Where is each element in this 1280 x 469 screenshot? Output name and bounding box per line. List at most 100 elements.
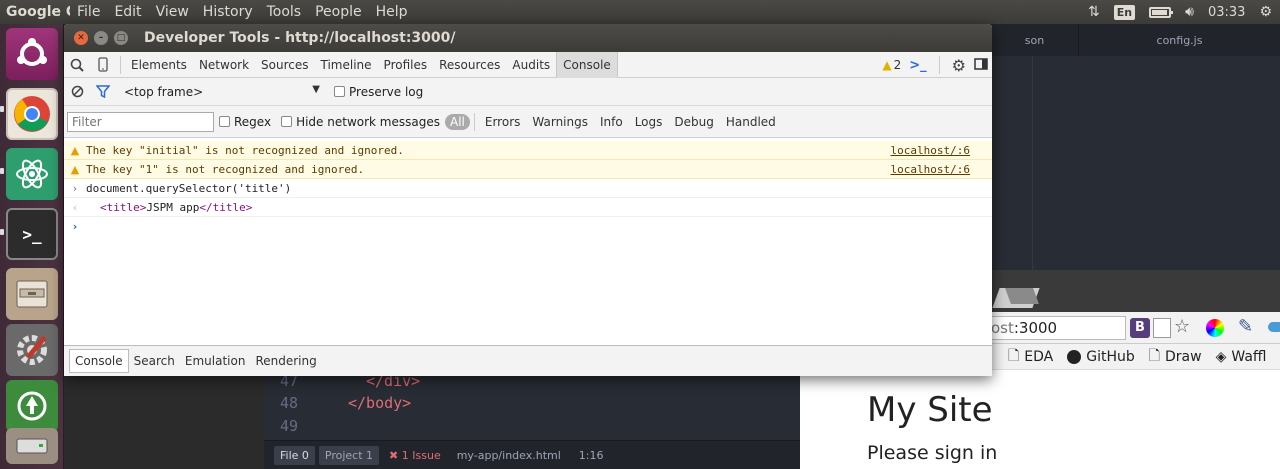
drawer-tab-search[interactable]: Search [129, 350, 180, 372]
status-cursor-position[interactable]: 1:16 [579, 449, 604, 462]
menu-tools[interactable]: Tools [260, 4, 309, 20]
cloud-extension-icon[interactable] [1268, 322, 1280, 332]
level-handled[interactable]: Handled [720, 115, 782, 129]
tab-elements[interactable]: Elements [125, 52, 193, 78]
editor-tab-label: config.js [1156, 33, 1203, 47]
warning-icon: ▲ [70, 143, 80, 157]
device-mode-icon[interactable] [90, 52, 116, 78]
prompt-chevron-icon: › [72, 220, 78, 233]
chrome-icon[interactable] [6, 88, 58, 140]
battery-icon[interactable] [1149, 6, 1174, 18]
editor-tab-config[interactable]: config.js [1078, 24, 1280, 56]
warning-counter[interactable]: ▲ 2 [882, 58, 901, 72]
settings-gear-icon[interactable]: ⚙ [952, 56, 966, 75]
menu-history[interactable]: History [196, 4, 260, 20]
window-close-button[interactable]: ✕ [74, 31, 88, 45]
ubuntu-dash-icon[interactable] [6, 28, 58, 80]
menu-help[interactable]: Help [369, 4, 415, 20]
bookmark-label: Draw [1165, 348, 1202, 365]
console-messages[interactable]: ▲ The key "initial" is not recognized an… [64, 138, 992, 345]
level-info[interactable]: Info [594, 115, 629, 129]
dock-side-icon[interactable] [974, 57, 988, 73]
bookmark-star-icon[interactable]: ☆ [1174, 316, 1190, 337]
menu-view[interactable]: View [149, 4, 196, 20]
editor-tab[interactable]: son [990, 24, 1078, 56]
regex-label: Regex [234, 114, 272, 129]
bookmark-waffle[interactable]: ◈ Waffl [1216, 349, 1267, 365]
chevron-down-icon: ▼ [312, 83, 320, 95]
checkbox-box[interactable] [219, 116, 230, 127]
power-gear-icon[interactable]: ⚙ [1259, 4, 1272, 20]
status-file-path[interactable]: my-app/index.html [457, 449, 561, 462]
new-tab-button[interactable] [1005, 288, 1039, 304]
drawer-tab-emulation[interactable]: Emulation [180, 350, 251, 372]
frame-select-value: <top frame> [124, 84, 204, 99]
message-source-link[interactable]: localhost/:6 [891, 163, 970, 176]
drawer-tab-rendering[interactable]: Rendering [250, 350, 321, 372]
bookmark-draw[interactable]: 🗋 Draw [1149, 345, 1202, 369]
level-debug[interactable]: Debug [668, 115, 719, 129]
warning-icon: ▲ [882, 58, 892, 72]
menu-file[interactable]: File [70, 4, 107, 20]
global-menu: File Edit View History Tools People Help [70, 4, 415, 20]
system-settings-icon[interactable] [6, 324, 58, 376]
status-file-button[interactable]: File 0 [274, 445, 315, 465]
message-source-link[interactable]: localhost/:6 [891, 144, 970, 157]
element-text: JSPM app [146, 200, 200, 214]
hide-network-checkbox[interactable]: Hide network messages [281, 115, 440, 129]
tab-console[interactable]: Console [556, 51, 618, 78]
window-maximize-button[interactable]: □ [114, 31, 128, 45]
tab-audits[interactable]: Audits [506, 52, 556, 78]
menu-people[interactable]: People [308, 4, 369, 20]
checkbox-box[interactable] [281, 116, 293, 127]
bookmark-label: EDA [1024, 348, 1054, 365]
clear-console-icon[interactable] [64, 79, 90, 105]
inspect-element-icon[interactable] [64, 52, 90, 78]
software-updater-icon[interactable] [6, 380, 58, 432]
filter-input[interactable] [67, 111, 214, 132]
volume-icon[interactable]: 🔊︎ [1185, 4, 1194, 20]
menu-edit[interactable]: Edit [107, 4, 148, 20]
tab-resources[interactable]: Resources [433, 52, 506, 78]
console-prompt[interactable]: › [64, 217, 992, 236]
tab-sources[interactable]: Sources [255, 52, 314, 78]
eyedropper-icon[interactable]: ✎ [1238, 316, 1253, 337]
bootstrap-extension-icon[interactable]: B [1130, 318, 1150, 338]
level-errors[interactable]: Errors [479, 115, 527, 129]
level-warnings[interactable]: Warnings [526, 115, 594, 129]
omnibox[interactable]: ost:3000 [984, 316, 1126, 340]
regex-checkbox[interactable]: Regex [219, 115, 271, 129]
top-panel: Google C File Edit View History Tools Pe… [0, 0, 1280, 24]
console-drawer-icon[interactable]: >_ [909, 58, 926, 73]
frame-select[interactable]: <top frame> ▼ [124, 83, 320, 99]
tab-network[interactable]: Network [193, 52, 255, 78]
hide-network-label: Hide network messages [296, 114, 440, 129]
status-project-button[interactable]: Project 1 [318, 445, 380, 465]
tab-profiles[interactable]: Profiles [378, 52, 434, 78]
devtools-window: ✕ – □ Developer Tools - http://localhost… [64, 24, 992, 376]
reader-extension-icon[interactable] [1153, 318, 1171, 338]
window-minimize-button[interactable]: – [94, 31, 108, 45]
color-picker-extension-icon[interactable] [1206, 319, 1224, 337]
preserve-log-checkbox[interactable]: Preserve log [334, 85, 423, 99]
bookmark-eda[interactable]: 🗋 EDA [1008, 345, 1053, 369]
drawer-tab-console[interactable]: Console [69, 349, 129, 373]
terminal-icon[interactable]: >_ [6, 208, 58, 260]
level-logs[interactable]: Logs [629, 115, 669, 129]
filter-icon[interactable] [90, 79, 116, 105]
checkbox-box[interactable] [334, 86, 345, 97]
bookmark-label: GitHub [1086, 348, 1135, 365]
result-element[interactable]: <title>JSPM app</title> [100, 201, 252, 214]
bookmark-github[interactable]: GitHub [1067, 349, 1135, 365]
file-manager-icon[interactable] [6, 268, 58, 320]
keyboard-layout-indicator[interactable]: En [1113, 4, 1136, 20]
level-all[interactable]: All [444, 113, 470, 130]
status-issues[interactable]: ✖ 1 Issue [389, 449, 441, 462]
atom-editor-icon[interactable] [6, 148, 58, 200]
tab-timeline[interactable]: Timeline [315, 52, 378, 78]
drive-icon[interactable] [6, 428, 58, 464]
clock[interactable]: 03:33 [1208, 5, 1245, 20]
network-updown-icon[interactable]: ⇅ [1088, 4, 1100, 20]
message-text: The key "initial" is not recognized and … [86, 143, 404, 157]
devtools-titlebar[interactable]: ✕ – □ Developer Tools - http://localhost… [64, 24, 992, 52]
